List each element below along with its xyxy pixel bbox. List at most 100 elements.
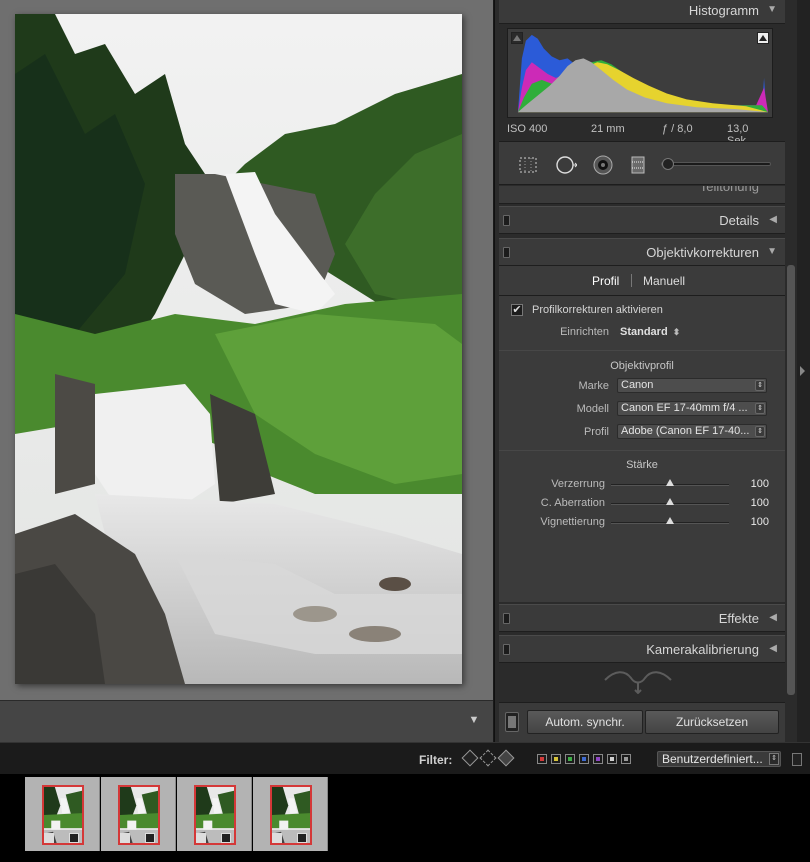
develop-adjusted-badge-icon[interactable]	[145, 833, 155, 843]
lens-corrections-title: Objektivkorrekturen	[646, 245, 759, 260]
adjustment-brush-slider[interactable]	[661, 158, 771, 170]
triangle-down-icon: ▼	[767, 246, 777, 257]
color-swatch	[568, 757, 572, 761]
triangle-left-icon: ◀	[769, 643, 777, 654]
slider-label: C. Aberration	[540, 497, 605, 509]
panel-switch-icon[interactable]	[503, 215, 510, 226]
filmstrip-thumbnail[interactable]	[25, 777, 100, 851]
flag-picked-icon[interactable]	[497, 749, 515, 767]
lens-corrections-panel-header[interactable]: Objektivkorrekturen ▼	[499, 238, 785, 266]
color-label-filter[interactable]	[593, 754, 603, 764]
filmstrip-thumbnail[interactable]	[177, 777, 252, 851]
updown-arrow-icon: ⇕	[755, 426, 765, 437]
slider-thumb[interactable]	[666, 479, 674, 486]
enable-profile-checkbox[interactable]: ✔	[511, 304, 523, 316]
filmstrip	[0, 774, 810, 862]
color-swatch	[624, 757, 628, 761]
thumbnail-corner-icon	[120, 833, 130, 843]
filmstrip-thumbnail[interactable]	[253, 777, 328, 851]
exif-focal-length: 21 mm	[591, 123, 625, 135]
tab-manual[interactable]: Manuell	[643, 274, 685, 288]
color-label-filter[interactable]	[565, 754, 575, 764]
develop-adjusted-badge-icon[interactable]	[69, 833, 79, 843]
sync-switch[interactable]	[505, 712, 519, 732]
slider-value[interactable]: 100	[735, 516, 769, 528]
details-panel-header[interactable]: Details ◀	[499, 206, 785, 234]
panel-switch-icon[interactable]	[503, 247, 510, 258]
highlight-clipping-icon[interactable]	[757, 32, 769, 44]
right-panel-scrollbar[interactable]	[787, 265, 795, 695]
slider-thumb[interactable]	[666, 498, 674, 505]
filter-preset-dropdown[interactable]: Benutzerdefiniert... ⇕	[657, 751, 781, 767]
histogram-chart[interactable]	[507, 28, 773, 118]
develop-adjusted-badge-icon[interactable]	[297, 833, 307, 843]
color-label-filter[interactable]	[607, 754, 617, 764]
amount-slider[interactable]	[611, 517, 729, 524]
tab-profile[interactable]: Profil	[592, 274, 619, 288]
details-title: Details	[719, 213, 759, 228]
red-eye-correction-icon[interactable]	[592, 154, 614, 176]
camera-calibration-panel-header[interactable]: Kamerakalibrierung ◀	[499, 635, 785, 663]
filter-preset-value: Benutzerdefiniert...	[662, 752, 763, 766]
lens-tabs: Profil Manuell	[499, 266, 785, 296]
slider-value[interactable]: 100	[735, 497, 769, 509]
tab-divider	[631, 274, 632, 287]
amount-slider[interactable]	[611, 498, 729, 505]
color-label-filter[interactable]	[551, 754, 561, 764]
effects-title: Effekte	[718, 611, 759, 626]
color-swatch	[596, 757, 600, 761]
flag-filters	[460, 749, 520, 769]
triangle-left-icon: ◀	[769, 214, 777, 225]
effects-panel-header[interactable]: Effekte ◀	[499, 604, 785, 632]
make-dropdown[interactable]: Canon ⇕	[617, 378, 767, 393]
triangle-down-icon: ▼	[767, 4, 777, 15]
color-label-filter[interactable]	[621, 754, 631, 764]
histogram-panel-header[interactable]: Histogramm ▼	[499, 0, 785, 24]
slider-thumb[interactable]	[666, 517, 674, 524]
slider-value[interactable]: 100	[735, 478, 769, 490]
amount-slider[interactable]	[611, 479, 729, 486]
model-dropdown[interactable]: Canon EF 17-40mm f/4 ... ⇕	[617, 401, 767, 416]
exif-info: ISO 400 21 mm ƒ / 8,0 13,0 Sek.	[507, 120, 773, 147]
shadow-clipping-icon[interactable]	[511, 32, 523, 44]
filter-label: Filter:	[419, 753, 453, 767]
setup-select[interactable]: Standard ⬍	[620, 326, 680, 338]
profile-dropdown[interactable]: Adobe (Canon EF 17-40... ⇕	[617, 424, 767, 439]
spot-removal-icon[interactable]	[555, 154, 577, 176]
filmstrip-thumbnail[interactable]	[101, 777, 176, 851]
graduated-filter-icon[interactable]	[627, 154, 649, 176]
divider	[499, 350, 785, 351]
toolbar-menu-triangle-icon[interactable]: ▼	[467, 713, 481, 727]
panel-switch-icon[interactable]	[503, 644, 510, 655]
tool-strip	[499, 141, 785, 185]
split-toning-panel-header[interactable]: Teiltonung	[499, 186, 785, 204]
collapse-panel-icon[interactable]	[800, 366, 805, 376]
color-swatch	[540, 757, 544, 761]
lens-corrections-body: Profil Manuell ✔ Profilkorrekturen aktiv…	[499, 266, 785, 602]
make-value: Canon	[621, 379, 654, 391]
make-label: Marke	[578, 380, 609, 392]
filter-switch[interactable]	[792, 753, 802, 766]
auto-sync-button[interactable]: Autom. synchr.	[527, 710, 643, 734]
panel-switch-icon[interactable]	[503, 613, 510, 624]
lens-profile-section-title: Objektivprofil	[610, 360, 674, 372]
color-swatch	[554, 757, 558, 761]
develop-adjusted-badge-icon[interactable]	[221, 833, 231, 843]
thumbnail-corner-icon	[196, 833, 206, 843]
triangle-left-icon: ◀	[769, 612, 777, 623]
color-label-filter[interactable]	[579, 754, 589, 764]
filmstrip-filter-bar: Filter: Benutzerdefiniert... ⇕	[0, 742, 810, 774]
flag-unflagged-icon[interactable]	[479, 749, 497, 767]
divider	[499, 450, 785, 451]
crop-overlay-icon[interactable]	[517, 154, 539, 176]
adjustment-brush-slider-thumb[interactable]	[662, 158, 674, 170]
color-label-filter[interactable]	[537, 754, 547, 764]
panel-bottom-bar: Autom. synchr. Zurücksetzen	[499, 702, 785, 742]
right-panel-edge[interactable]	[797, 0, 810, 742]
flag-rejected-icon[interactable]	[461, 749, 479, 767]
reset-button[interactable]: Zurücksetzen	[645, 710, 779, 734]
model-label: Modell	[576, 403, 609, 415]
waterfall-photo[interactable]	[15, 14, 462, 684]
slider-label: Verzerrung	[551, 478, 605, 490]
image-toolbar: ▼	[0, 700, 493, 742]
